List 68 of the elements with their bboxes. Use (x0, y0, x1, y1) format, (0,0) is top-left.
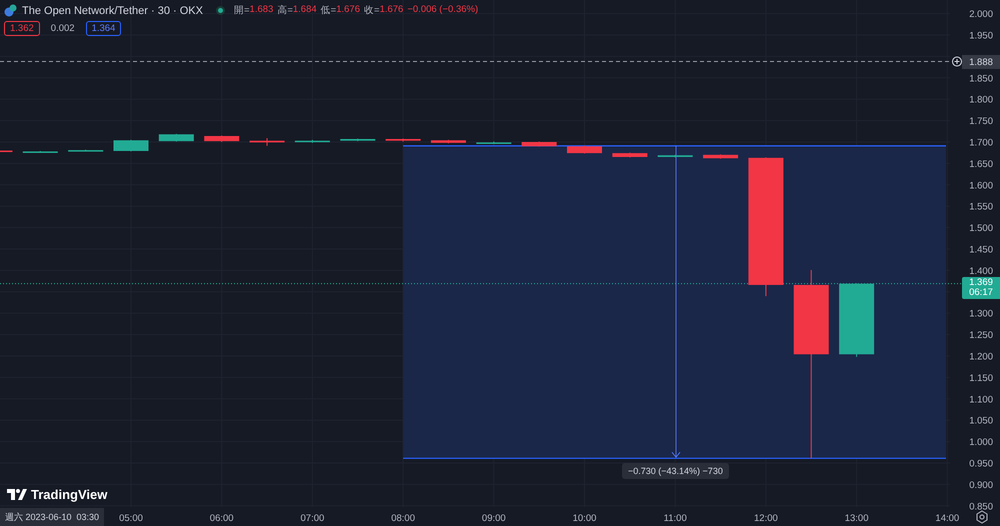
price-label: 1.450 (969, 244, 993, 256)
candle (703, 154, 738, 160)
price-label: 2.000 (969, 9, 993, 20)
price-label: 1.100 (969, 394, 993, 406)
ohlc-value: 1.683 (250, 4, 274, 17)
candle (114, 139, 148, 152)
time-label: 11:00 (664, 513, 687, 524)
add-alert-icon[interactable] (952, 56, 962, 67)
logo-text: TradingView (31, 487, 108, 502)
price-label: 1.300 (969, 308, 993, 320)
price-label: 1.200 (969, 352, 993, 362)
time-label: 06:00 (210, 513, 234, 524)
price-label: 1.750 (969, 116, 993, 128)
candle (522, 141, 557, 148)
price-label: 1.800 (969, 94, 993, 106)
measure-label: −0.730 (−43.14%) −730 (622, 463, 729, 479)
ohlc-label: 低= (320, 4, 336, 17)
ohlc-label: 開= (234, 4, 250, 17)
price-label: 0.850 (969, 501, 993, 512)
price-label: 1.150 (969, 372, 993, 384)
status-dot-icon (216, 6, 225, 15)
ohlc-label: 高= (277, 4, 293, 17)
candle (158, 133, 194, 142)
time-label: 09:00 (482, 513, 506, 524)
price-label: 1.850 (969, 73, 993, 84)
ohlc-value: 1.676 (380, 4, 404, 17)
candle (430, 139, 466, 144)
price-label: 1.950 (969, 30, 993, 42)
last-price-label: 1.369 06:17 (962, 277, 1000, 299)
price-label: 1.250 (969, 330, 993, 342)
ohlc-value: 1.676 (336, 4, 360, 17)
time-label: 05:00 (119, 513, 143, 524)
alert-price-label: 1.888 (962, 55, 1000, 69)
price-label: 1.700 (969, 138, 993, 148)
price-label: 1.400 (969, 266, 993, 277)
price-label: 0.950 (969, 458, 993, 470)
time-label: 13:00 (844, 513, 868, 524)
change-value: −0.006 (−0.36%) (407, 4, 478, 17)
spread-value: 0.002 (50, 22, 76, 36)
quote-price: 1.362 (4, 21, 40, 36)
candle (204, 135, 240, 142)
time-label: 12:00 (754, 513, 778, 524)
logo-icon (7, 489, 27, 500)
candle (476, 141, 512, 145)
time-label: 08:00 (391, 513, 415, 524)
price-label: 0.900 (969, 480, 993, 491)
price-label: 1.000 (969, 437, 993, 448)
cursor-time-label: 週六 2023-06-10 03:30 (0, 508, 104, 526)
time-label: 07:00 (300, 513, 324, 524)
price-label: 1.550 (969, 202, 993, 213)
candle (340, 138, 376, 142)
price-label: 1.650 (969, 158, 993, 170)
candle (68, 149, 104, 152)
price-label: 1.050 (969, 416, 993, 427)
coin-icon (4, 4, 17, 17)
price-label: 1.500 (969, 223, 993, 234)
ohlc-value: 1.684 (292, 4, 317, 17)
ohlc-label: 收= (364, 4, 380, 17)
quote-price: 1.364 (86, 21, 122, 36)
candle (22, 150, 58, 154)
candle (658, 154, 693, 158)
symbol-title: The Open Network/Tether · 30 · OKX (22, 4, 203, 16)
time-label: 14:00 (935, 513, 960, 524)
time-label: 10:00 (572, 513, 596, 524)
candle (250, 138, 285, 146)
candle (612, 152, 648, 158)
price-label: 1.600 (969, 180, 993, 192)
settings-icon[interactable] (976, 510, 988, 524)
